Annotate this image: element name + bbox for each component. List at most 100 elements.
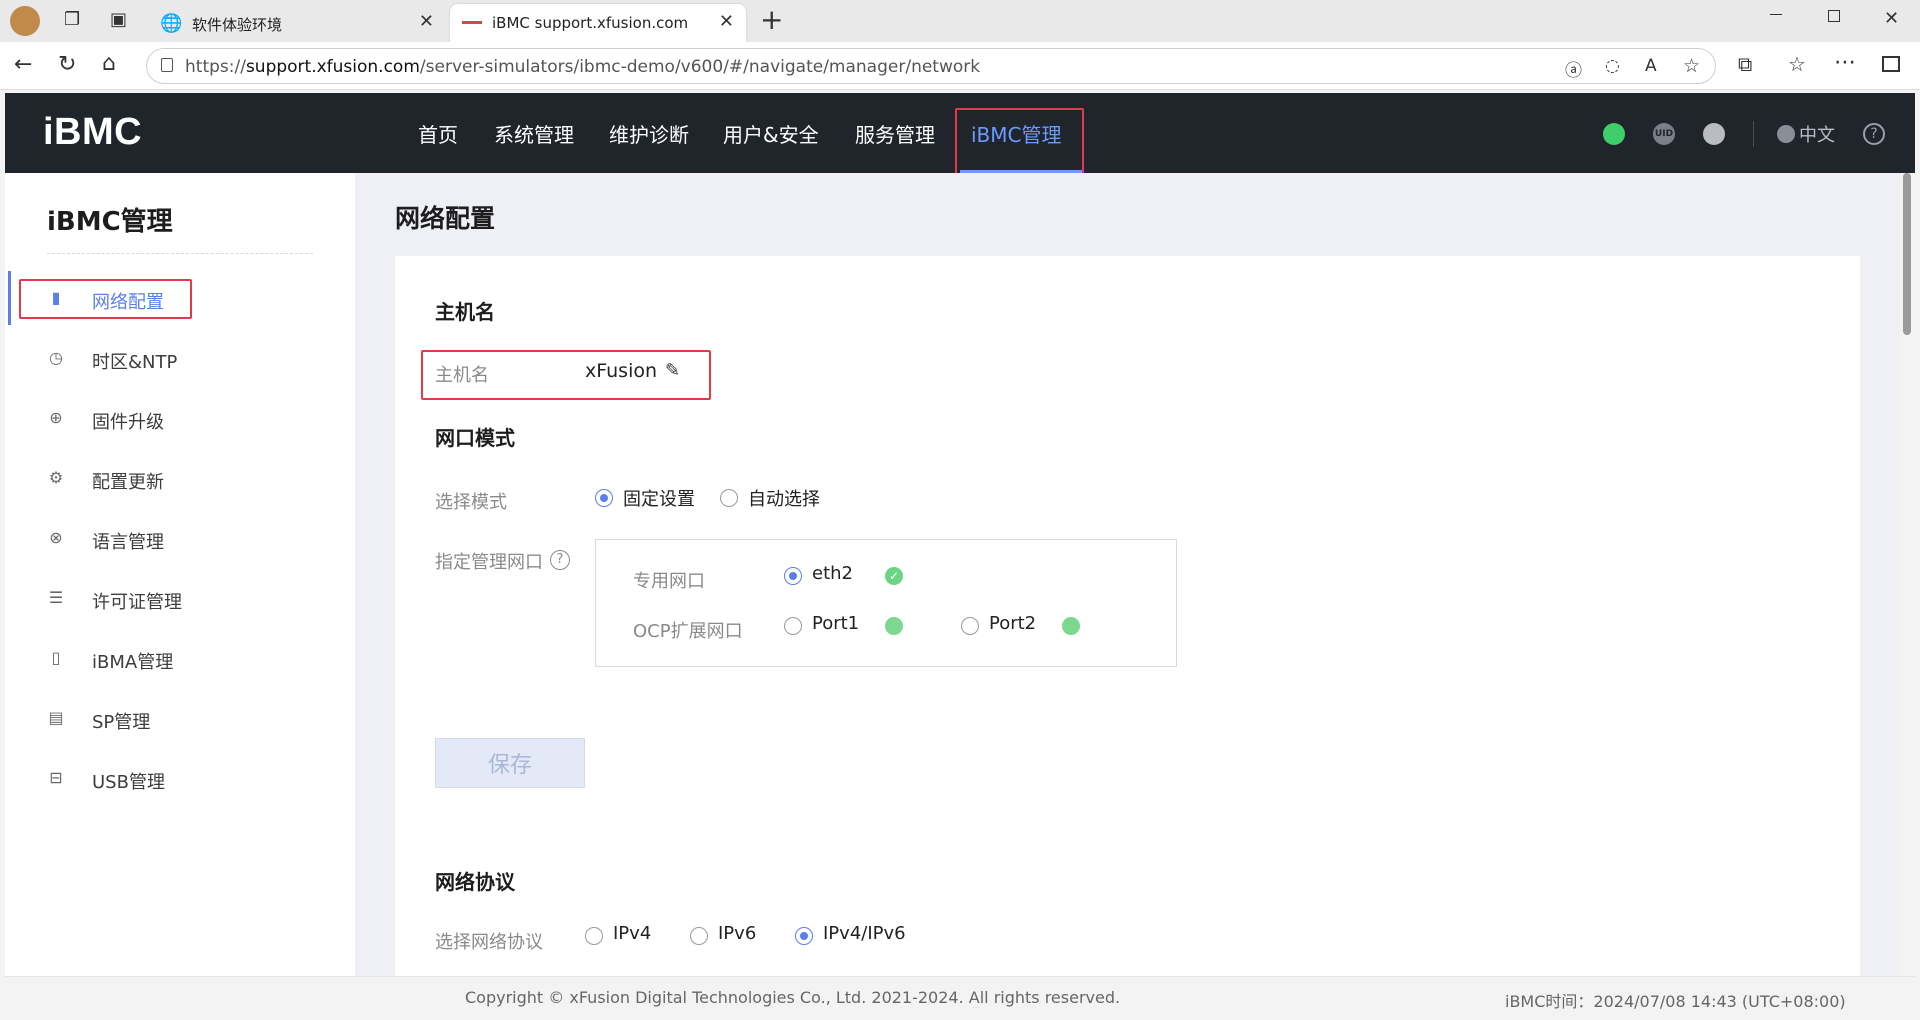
save-button[interactable]: 保存 [435, 738, 585, 788]
sidebar-item-timezone-ntp[interactable]: ◷ 时区&NTP [10, 339, 350, 379]
globe-icon: 🌐 [160, 13, 183, 34]
sidebar-item-sp[interactable]: ▤ SP管理 [10, 699, 350, 739]
more-menu-icon[interactable]: ⋯ [1834, 50, 1856, 75]
url-input[interactable]: https://support.xfusion.com/server-simul… [146, 48, 1716, 84]
select-mode-label: 选择模式 [435, 492, 507, 513]
new-tab-button[interactable]: + [760, 3, 783, 36]
eth2-label[interactable]: eth2 [812, 563, 853, 584]
sidebar-item-language[interactable]: ⊗ 语言管理 [10, 519, 350, 559]
sidebar-item-label: iBMA管理 [92, 652, 174, 673]
usb-drive-icon: ⊟ [49, 768, 63, 787]
language-label: 中文 [1799, 125, 1835, 146]
favorites-icon[interactable]: ☆ [1788, 52, 1806, 76]
tab-title: iBMC support.xfusion.com [492, 14, 689, 32]
profile-avatar[interactable] [10, 6, 40, 36]
tab-ibmc[interactable]: iBMC support.xfusion.com ✕ [450, 4, 746, 42]
url-text: https://support.xfusion.com/server-simul… [185, 57, 980, 77]
port2-status-dot [1062, 617, 1080, 635]
vertical-tabs-icon[interactable]: ▣ [110, 9, 127, 30]
hostname-label: 主机名 [435, 365, 489, 386]
nav-home[interactable]: 首页 [418, 119, 458, 148]
tab-software-experience[interactable]: 🌐 软件体验环境 ✕ [150, 4, 446, 42]
home-icon[interactable]: ⌂ [102, 51, 116, 76]
url-host: support.xfusion.com [245, 57, 420, 77]
protocol-section-title: 网络协议 [435, 870, 515, 894]
ipv6-label[interactable]: IPv6 [718, 923, 756, 944]
network-config-card: 主机名 主机名 xFusion ✎ 网口模式 选择模式 固定设置 自动选择 指定… [395, 256, 1860, 976]
user-avatar-icon[interactable] [1703, 123, 1725, 145]
mode-auto-radio[interactable] [720, 489, 738, 507]
refresh-icon[interactable]: ↻ [58, 52, 76, 77]
sidebar-item-usb[interactable]: ⊟ USB管理 [10, 759, 350, 799]
mode-fixed-radio[interactable] [595, 489, 613, 507]
ipv4-ipv6-radio[interactable] [795, 927, 813, 945]
nav-system-management[interactable]: 系统管理 [494, 119, 574, 148]
ibmc-time-value: 2024/07/08 14:43 (UTC+08:00) [1593, 992, 1846, 1011]
sidebar-item-label: 固件升级 [92, 412, 164, 433]
workspaces-icon[interactable]: ❐ [64, 9, 80, 30]
copyright-text: Copyright © xFusion Digital Technologies… [465, 988, 1121, 1007]
reading-icon[interactable]: ◌ [1605, 56, 1620, 76]
help-circle-icon[interactable]: ? [550, 550, 570, 570]
extensions-icon[interactable]: ⧉ [1738, 52, 1752, 76]
close-icon[interactable]: ✕ [419, 11, 434, 32]
read-aloud-icon[interactable]: A [1645, 56, 1657, 76]
sidebar-item-label: 配置更新 [92, 472, 164, 493]
sidebar: iBMC管理 ▮ 网络配置 ◷ 时区&NTP ⊕ 固件升级 ⚙ 配置更新 ⊗ 语… [5, 173, 355, 976]
restore-icon[interactable] [1828, 10, 1840, 22]
sidebar-item-label: 许可证管理 [92, 592, 182, 613]
port1-label[interactable]: Port1 [812, 613, 859, 634]
port-selection-box: 专用网口 eth2 ✓ OCP扩展网口 Port1 Port2 [595, 539, 1177, 667]
sidebar-toggle-icon[interactable] [1882, 56, 1900, 72]
ipv4-ipv6-label[interactable]: IPv4/IPv6 [823, 923, 906, 944]
port1-radio[interactable] [784, 617, 802, 635]
document-icon: ☰ [48, 588, 64, 607]
ipv4-radio[interactable] [585, 927, 603, 945]
nav-service-management[interactable]: 服务管理 [855, 119, 935, 148]
minimize-icon[interactable] [1770, 14, 1782, 15]
main-content: 网络配置 主机名 主机名 xFusion ✎ 网口模式 选择模式 固定设置 自动… [355, 173, 1900, 976]
help-icon[interactable]: ? [1863, 123, 1885, 145]
tab-title: 软件体验环境 [192, 16, 283, 34]
lock-icon [161, 58, 173, 72]
translate-icon[interactable]: ⓐ [1565, 56, 1582, 81]
language-switch[interactable]: 中文 [1777, 121, 1835, 147]
port2-label[interactable]: Port2 [989, 613, 1036, 634]
hostname-section-title: 主机名 [435, 300, 495, 324]
eth2-radio[interactable] [784, 567, 802, 585]
page-title: 网络配置 [395, 204, 496, 233]
back-arrow-icon[interactable]: ← [14, 52, 32, 77]
footer: Copyright © xFusion Digital Technologies… [5, 976, 1915, 1016]
page-scrollbar[interactable] [1903, 173, 1911, 335]
sidebar-highlight-box [19, 279, 192, 319]
edit-pencil-icon[interactable]: ✎ [665, 360, 680, 381]
close-icon[interactable]: ✕ [719, 11, 734, 32]
eth2-connected-check-icon: ✓ [885, 567, 903, 585]
gear-icon: ⚙ [48, 468, 64, 487]
ibmc-time-label: iBMC时间： [1505, 992, 1594, 1011]
sidebar-item-config-update[interactable]: ⚙ 配置更新 [10, 459, 350, 499]
url-prefix: https:// [185, 57, 246, 77]
nav-maintenance[interactable]: 维护诊断 [609, 119, 689, 148]
sidebar-item-ibma[interactable]: ▯ iBMA管理 [10, 639, 350, 679]
help-symbol: ? [1870, 126, 1878, 142]
uid-icon[interactable]: UID [1653, 123, 1675, 145]
sidebar-item-label: SP管理 [92, 712, 151, 733]
hostname-value: xFusion [585, 360, 658, 382]
sidebar-item-firmware-upgrade[interactable]: ⊕ 固件升级 [10, 399, 350, 439]
sidebar-item-label: 时区&NTP [92, 352, 178, 373]
info-box-icon: ▯ [51, 648, 61, 667]
window-close-icon[interactable]: ✕ [1884, 8, 1899, 29]
nav-user-security[interactable]: 用户&安全 [723, 119, 819, 148]
sidebar-item-label: 语言管理 [92, 532, 164, 553]
mode-fixed-label[interactable]: 固定设置 [623, 485, 695, 511]
port2-radio[interactable] [961, 617, 979, 635]
favorite-star-icon[interactable]: ☆ [1683, 55, 1700, 77]
mode-auto-label[interactable]: 自动选择 [748, 485, 820, 511]
ipv4-label[interactable]: IPv4 [613, 923, 651, 944]
browser-tab-bar: ❐ ▣ 🌐 软件体验环境 ✕ iBMC support.xfusion.com … [0, 0, 1920, 42]
nav-highlight-box [955, 108, 1084, 178]
sidebar-item-license[interactable]: ☰ 许可证管理 [10, 579, 350, 619]
ipv6-radio[interactable] [690, 927, 708, 945]
power-icon[interactable] [1603, 123, 1625, 145]
